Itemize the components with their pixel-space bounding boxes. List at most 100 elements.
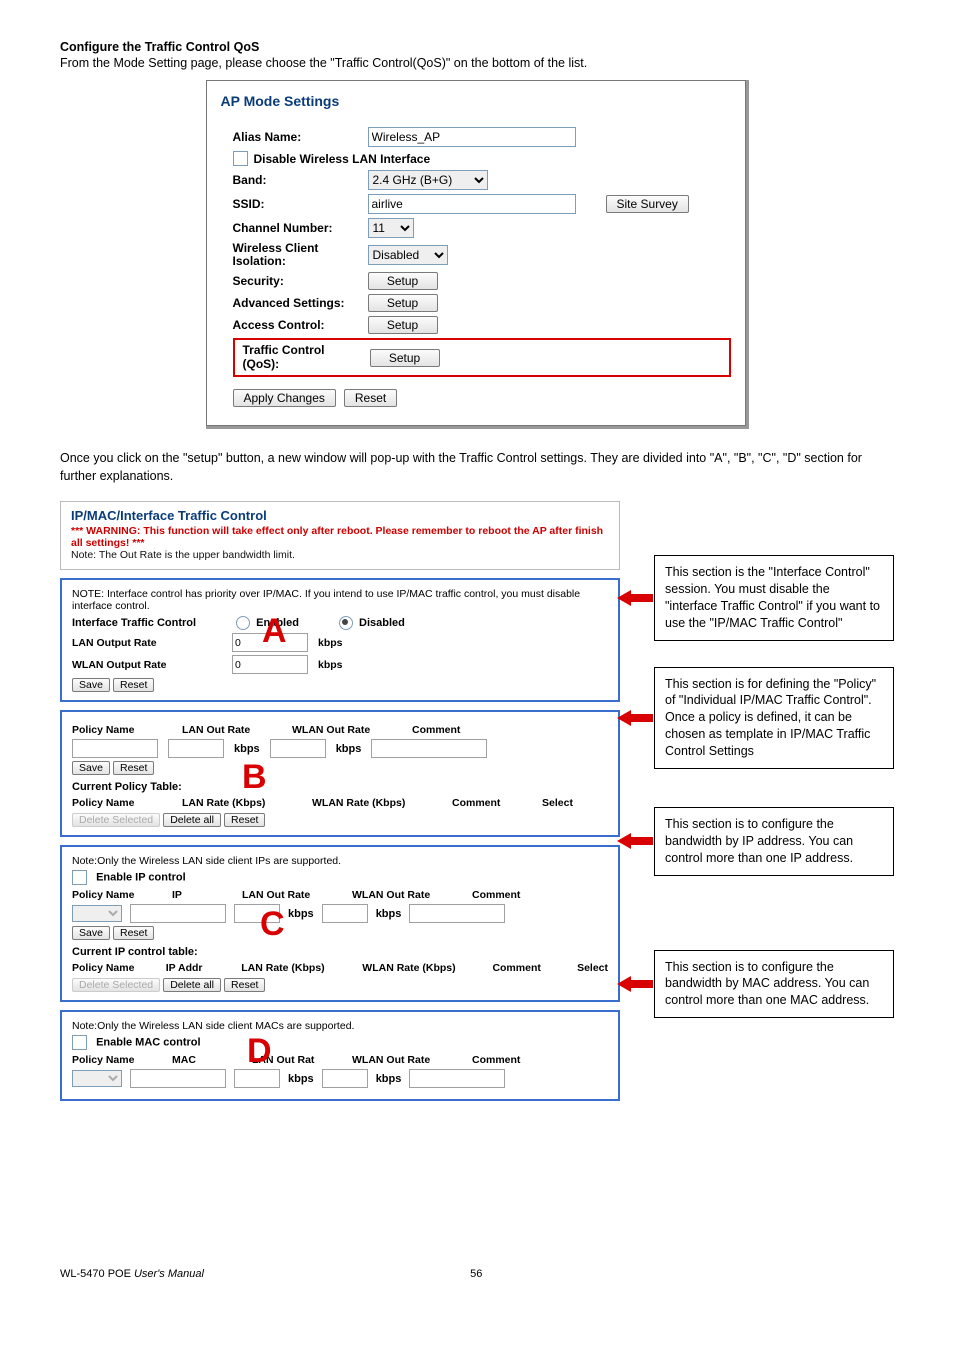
c2-h-ip: IP Addr (166, 962, 212, 974)
b2-h-policy: Policy Name (72, 797, 152, 809)
disable-wlan-checkbox[interactable] (233, 151, 248, 166)
b-save-button[interactable]: Save (72, 761, 110, 775)
c2-h-lan: LAN Rate (Kbps) (241, 962, 332, 974)
b2-h-wlan: WLAN Rate (Kbps) (312, 797, 422, 809)
c-delete-all-button[interactable]: Delete all (163, 978, 221, 992)
traffic-control-highlight: Traffic Control(QoS): Setup (233, 338, 731, 376)
d-policy-select[interactable] (72, 1070, 122, 1087)
a-wlan-input[interactable] (232, 655, 308, 674)
traffic-control-setup-button[interactable]: Setup (370, 349, 440, 367)
apply-changes-button[interactable]: Apply Changes (233, 389, 336, 407)
arrow-icon (617, 708, 653, 728)
c-wlan-kbps: kbps (376, 908, 402, 920)
access-control-label: Access Control: (233, 318, 368, 332)
c2-h-comment: Comment (492, 962, 547, 974)
b-comment-input[interactable] (371, 739, 487, 758)
section-c: Note:Only the Wireless LAN side client I… (60, 845, 620, 1002)
c2-h-select: Select (577, 962, 608, 974)
traffic-control-label: Traffic Control(QoS): (243, 344, 370, 370)
band-label: Band: (233, 173, 368, 187)
b-h-policy: Policy Name (72, 724, 152, 736)
callout-c: This section is to configure the bandwid… (654, 807, 894, 876)
arrow-icon (617, 831, 653, 851)
a-note: NOTE: Interface control has priority ove… (72, 588, 608, 612)
c-h-policy: Policy Name (72, 889, 142, 901)
a-disabled-radio[interactable] (339, 616, 353, 630)
disable-wlan-label: Disable Wireless LAN Interface (254, 152, 431, 166)
c-wlan-input[interactable] (322, 904, 368, 923)
band-select[interactable]: 2.4 GHz (B+G) (368, 170, 488, 190)
a-save-button[interactable]: Save (72, 678, 110, 692)
c2-h-wlan: WLAN Rate (Kbps) (362, 962, 462, 974)
c-h-wlan: WLAN Out Rate (352, 889, 442, 901)
d-enable-label: Enable MAC control (96, 1036, 201, 1048)
b-policy-input[interactable] (72, 739, 158, 758)
security-label: Security: (233, 274, 368, 288)
alias-label: Alias Name: (233, 130, 368, 144)
a-wlan-kbps: kbps (318, 659, 343, 671)
ssid-input[interactable] (368, 194, 576, 214)
letter-c: C (260, 907, 285, 941)
d-wlan-input[interactable] (322, 1069, 368, 1088)
d-lan-kbps: kbps (288, 1073, 314, 1085)
c-save-button[interactable]: Save (72, 926, 110, 940)
tc-note1: Note: The Out Rate is the upper bandwidt… (61, 549, 619, 569)
b-h-lan: LAN Out Rate (182, 724, 262, 736)
advanced-label: Advanced Settings: (233, 296, 368, 310)
section-a: NOTE: Interface control has priority ove… (60, 578, 620, 702)
tc-warning: *** WARNING: This function will take eff… (61, 525, 619, 549)
a-wlan-label: WLAN Output Rate (72, 659, 222, 671)
d-h-wlan: WLAN Out Rate (352, 1054, 442, 1066)
c-note: Note:Only the Wireless LAN side client I… (72, 855, 608, 867)
letter-d: D (247, 1034, 272, 1068)
a-enabled-radio[interactable] (236, 616, 250, 630)
b-h-wlan: WLAN Out Rate (292, 724, 382, 736)
d-lan-input[interactable] (234, 1069, 280, 1088)
a-reset-button[interactable]: Reset (113, 678, 154, 692)
channel-label: Channel Number: (233, 221, 368, 235)
c-h-comment: Comment (472, 889, 520, 901)
c-ip-input[interactable] (130, 904, 226, 923)
callout-b: This section is for defining the "Policy… (654, 667, 894, 769)
reset-button[interactable]: Reset (344, 389, 397, 407)
c-reset-button[interactable]: Reset (113, 926, 154, 940)
ap-title: AP Mode Settings (221, 89, 731, 123)
security-setup-button[interactable]: Setup (368, 272, 438, 290)
d-note: Note:Only the Wireless LAN side client M… (72, 1020, 608, 1032)
section-b: Policy Name LAN Out Rate WLAN Out Rate C… (60, 710, 620, 837)
access-control-setup-button[interactable]: Setup (368, 316, 438, 334)
letter-b: B (242, 760, 267, 794)
b2-h-comment: Comment (452, 797, 512, 809)
callout-d: This section is to configure the bandwid… (654, 950, 894, 1019)
b-lan-input[interactable] (168, 739, 224, 758)
c2-h-policy: Policy Name (72, 962, 136, 974)
ap-mode-settings-panel: AP Mode Settings Alias Name: Disable Wir… (206, 80, 749, 429)
site-survey-button[interactable]: Site Survey (606, 195, 689, 213)
wci-label: Wireless ClientIsolation: (233, 242, 368, 268)
footer: WL-5470 POE User's Manual 56 (60, 1268, 482, 1280)
section-d: Note:Only the Wireless LAN side client M… (60, 1010, 620, 1101)
arrow-icon (617, 974, 653, 994)
c-enable-checkbox[interactable] (72, 870, 87, 885)
b-h-comment: Comment (412, 724, 460, 736)
d-mac-input[interactable] (130, 1069, 226, 1088)
b-reset-button[interactable]: Reset (113, 761, 154, 775)
b-delete-all-button[interactable]: Delete all (163, 813, 221, 827)
advanced-setup-button[interactable]: Setup (368, 294, 438, 312)
b-wlan-input[interactable] (270, 739, 326, 758)
c-reset2-button[interactable]: Reset (224, 978, 265, 992)
b-delete-selected-button: Delete Selected (72, 813, 160, 827)
channel-select[interactable]: 11 (368, 218, 414, 238)
b2-h-select: Select (542, 797, 573, 809)
c-h-lan: LAN Out Rate (242, 889, 322, 901)
wci-select[interactable]: Disabled (368, 245, 448, 265)
c-policy-select[interactable] (72, 905, 122, 922)
tc-title: IP/MAC/Interface Traffic Control (61, 502, 619, 525)
ssid-label: SSID: (233, 197, 368, 211)
d-enable-checkbox[interactable] (72, 1035, 87, 1050)
b-reset2-button[interactable]: Reset (224, 813, 265, 827)
d-comment-input[interactable] (409, 1069, 505, 1088)
alias-input[interactable] (368, 127, 576, 147)
b-current-policy-table: Current Policy Table: (72, 781, 608, 793)
c-comment-input[interactable] (409, 904, 505, 923)
